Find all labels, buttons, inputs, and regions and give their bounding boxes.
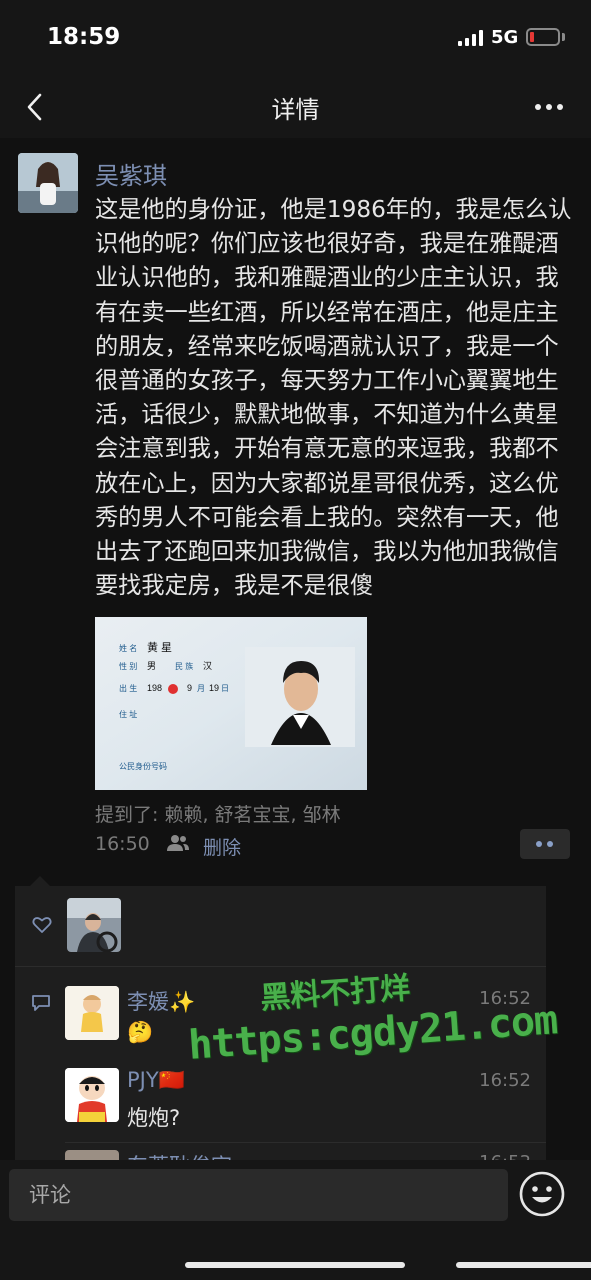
id-birth-day: 19 xyxy=(209,683,219,693)
id-birth-label: 出 生 xyxy=(119,683,137,693)
id-sex-label: 性 别 xyxy=(119,661,137,671)
heart-icon xyxy=(32,917,52,933)
id-month-unit: 月 xyxy=(197,684,205,693)
id-address-label: 住 址 xyxy=(119,709,137,719)
post-time: 16:50 xyxy=(95,833,150,855)
id-birth-year: 198 xyxy=(147,683,162,693)
status-time: 18:59 xyxy=(47,24,121,50)
post-photo[interactable]: 姓 名 性 别 民 族 出 生 住 址 公民身份号码 黄 星 男 汉 198 9… xyxy=(95,617,367,790)
author-avatar[interactable] xyxy=(18,153,78,213)
signal-icon xyxy=(458,30,484,46)
author-name[interactable]: 吴紫琪 xyxy=(95,156,167,191)
id-number-label: 公民身份号码 xyxy=(119,761,167,771)
comment-text: 炮炮? xyxy=(127,1106,181,1130)
battery-icon xyxy=(526,28,560,46)
mentions: 提到了: 赖赖, 舒茗宝宝, 邹林 xyxy=(95,804,341,826)
delete-link[interactable]: 删除 xyxy=(203,833,241,860)
divider xyxy=(15,966,546,967)
commenter-name[interactable]: PJY🇨🇳 xyxy=(127,1068,185,1093)
divider xyxy=(65,1142,546,1143)
post-text: 这是他的身份证，他是1986年的，我是怎么认识他的呢？你们应该也很好奇，我是在雅… xyxy=(95,196,572,600)
home-indicator xyxy=(185,1262,405,1268)
id-name: 黄 星 xyxy=(147,640,172,654)
liker-avatar[interactable] xyxy=(67,898,121,952)
red-mark xyxy=(168,684,178,694)
emoji-icon[interactable] xyxy=(518,1170,566,1218)
friends-icon xyxy=(167,835,189,851)
more-actions-button[interactable] xyxy=(520,829,570,859)
id-sex: 男 xyxy=(147,661,156,671)
comment-text: 🤔 xyxy=(127,1020,154,1044)
id-nation-label: 民 族 xyxy=(175,661,193,671)
id-birth-month: 9 xyxy=(187,683,192,693)
home-indicator xyxy=(456,1262,591,1268)
panel-arrow xyxy=(30,876,50,886)
id-name-label: 姓 名 xyxy=(119,643,137,653)
comment-time: 16:52 xyxy=(479,1070,531,1091)
page-title: 详情 xyxy=(271,96,320,124)
commenter-avatar[interactable] xyxy=(65,1068,119,1122)
like-row xyxy=(15,886,546,964)
id-nation: 汉 xyxy=(203,661,212,671)
commenter-name[interactable]: 李媛✨ xyxy=(127,986,195,1016)
network-type: 5G xyxy=(491,27,519,48)
id-day-unit: 日 xyxy=(221,684,229,693)
battery-tip xyxy=(562,33,565,41)
commenter-avatar[interactable] xyxy=(65,986,119,1040)
status-bar: 18:59 5G xyxy=(0,0,591,76)
comment-input[interactable] xyxy=(9,1169,508,1221)
comment-input-bar xyxy=(0,1160,591,1280)
comment-item: PJY🇨🇳 16:52 炮炮? xyxy=(65,1068,531,1130)
more-icon[interactable] xyxy=(533,102,565,112)
comment-icon xyxy=(32,995,50,1011)
nav-bar: 详情 xyxy=(0,76,591,138)
